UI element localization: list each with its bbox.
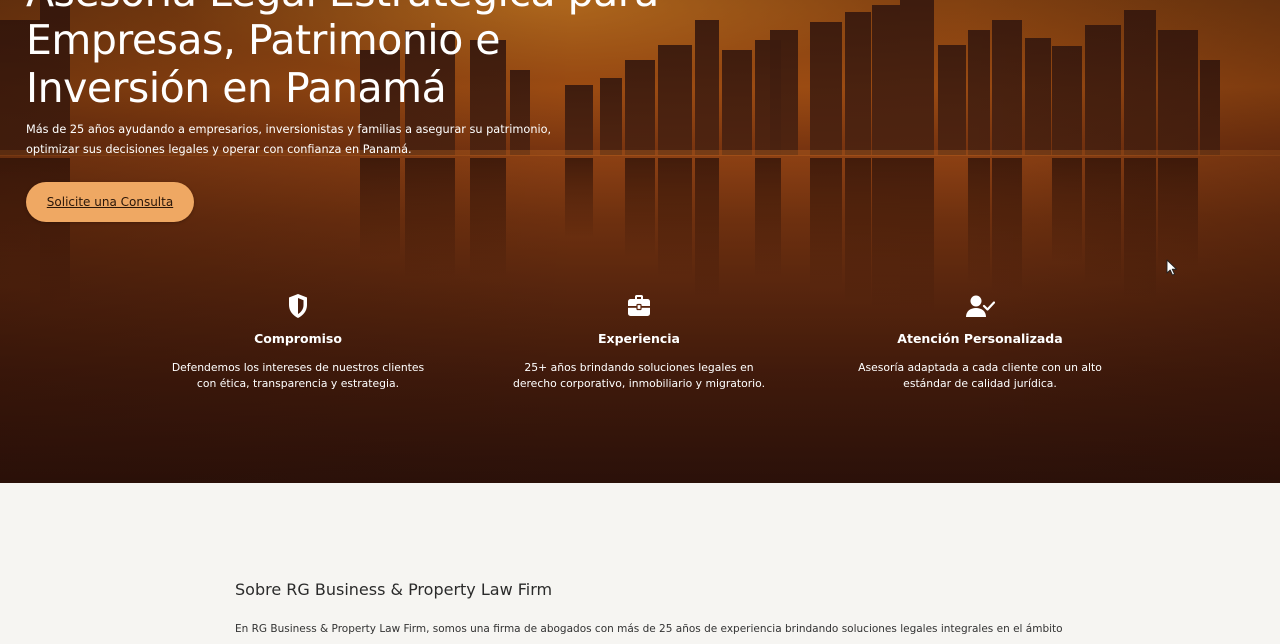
hero-subtitle: Más de 25 años ayudando a empresarios, i… (26, 123, 552, 156)
briefcase-icon (628, 295, 650, 316)
hero-title-line: Asesoría Legal Estratégica para (26, 0, 659, 16)
hero-title-line: Empresas, Patrimonio e (26, 16, 501, 64)
feature-title: Experiencia (598, 331, 680, 346)
about-text: En RG Business & Property Law Firm, somo… (235, 623, 1063, 635)
feature-description: Asesoría adaptada a cada cliente con un … (858, 361, 1102, 390)
hero-section: Asesoría Legal Estratégica para Empresas… (0, 0, 1280, 483)
feature-compromiso: Compromiso Defendemos los intereses de n… (163, 292, 433, 392)
feature-title: Atención Personalizada (897, 331, 1063, 346)
feature-description: Defendemos los intereses de nuestros cli… (171, 361, 425, 390)
feature-description: 25+ años brindando soluciones legales en… (512, 361, 766, 390)
user-check-icon (966, 295, 995, 317)
shield-icon (289, 294, 307, 318)
feature-title: Compromiso (254, 331, 342, 346)
feature-atencion-personalizada: Atención Personalizada Asesoría adaptada… (845, 292, 1115, 392)
request-consultation-button[interactable]: Solicite una Consulta (26, 182, 194, 222)
hero-title-line: Inversión en Panamá (26, 64, 447, 112)
hero-title: Asesoría Legal Estratégica para Empresas… (26, 0, 659, 112)
feature-experiencia: Experiencia 25+ años brindando solucione… (504, 292, 774, 392)
about-title: Sobre RG Business & Property Law Firm (235, 580, 553, 599)
mouse-pointer-icon (1166, 259, 1177, 276)
